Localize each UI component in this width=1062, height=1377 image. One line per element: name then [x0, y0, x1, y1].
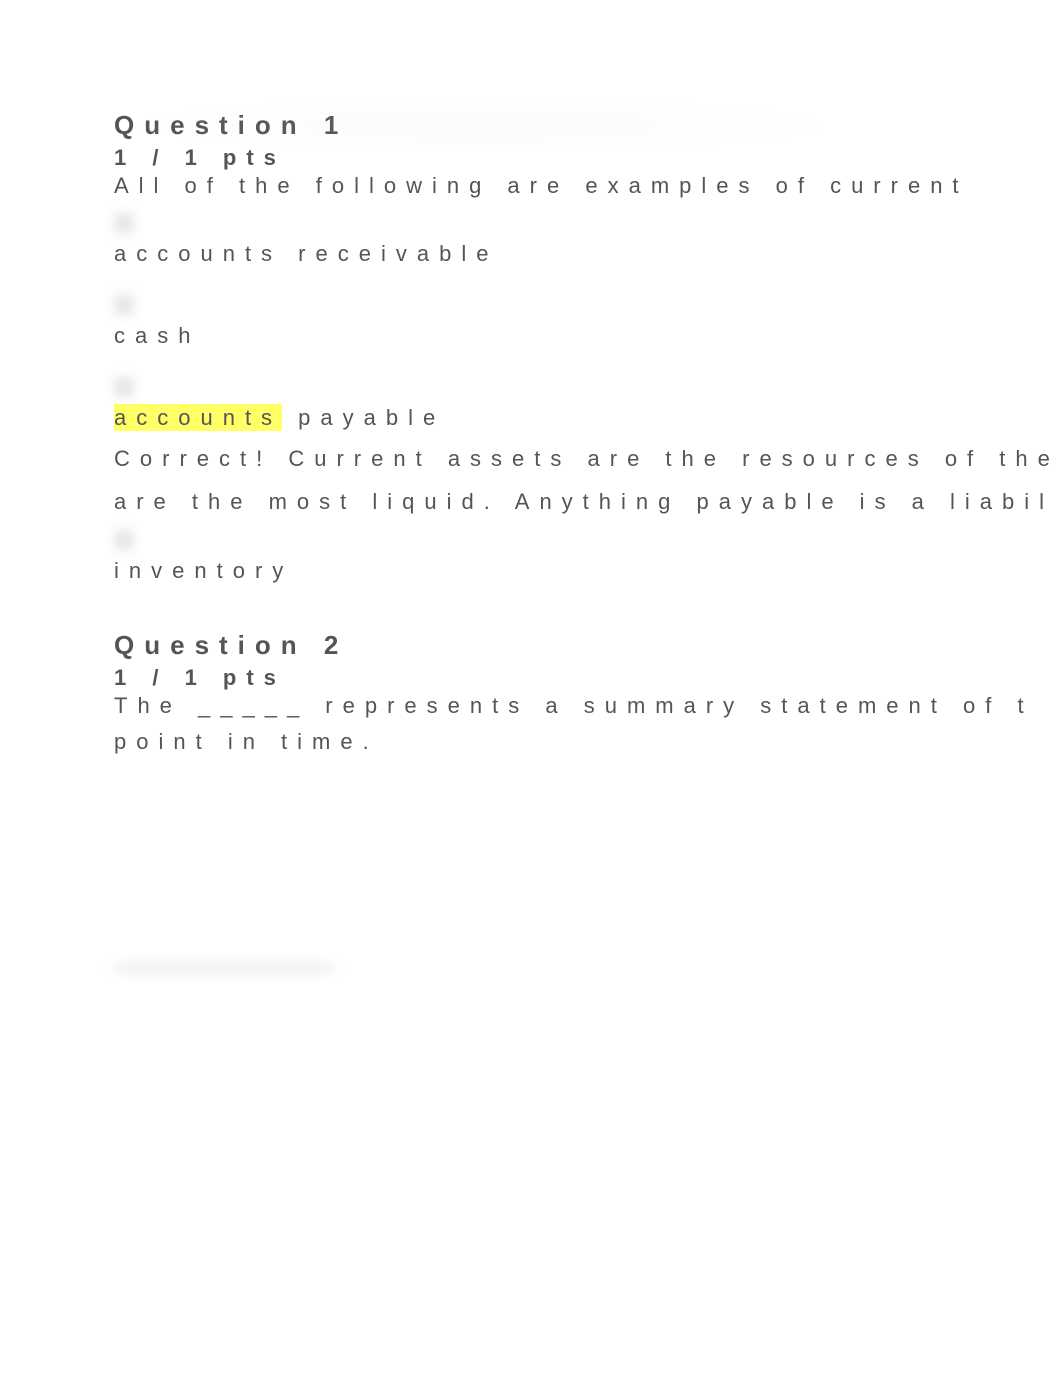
- option-c-text: accounts payable: [114, 405, 1062, 431]
- option-marker-blurred: [114, 377, 134, 397]
- question-2-stem-line-1: The _____ represents a summary statement…: [114, 693, 1062, 719]
- feedback-line-1: Correct! Current assets are the resource…: [114, 445, 1062, 474]
- question-1: Question 1 1 / 1 pts All of the followin…: [114, 110, 1062, 584]
- question-1-title: Question 1: [114, 110, 1062, 141]
- highlighted-word: accounts: [114, 404, 282, 431]
- option-c-rest: payable: [282, 405, 445, 430]
- option-d-text: inventory: [114, 558, 1062, 584]
- blurred-content-line: [114, 965, 334, 971]
- feedback-line-2: are the most liquid. Anything payable is…: [114, 488, 1062, 517]
- option-marker-blurred: [114, 295, 134, 315]
- question-2-points: 1 / 1 pts: [114, 665, 1062, 691]
- question-2-stem-line-2: point in time.: [114, 729, 1062, 755]
- question-1-stem: All of the following are examples of cur…: [114, 173, 1062, 199]
- option-a-text: accounts receivable: [114, 241, 1062, 267]
- question-2-title: Question 2: [114, 630, 1062, 661]
- question-2: Question 2 1 / 1 pts The _____ represent…: [114, 630, 1062, 755]
- option-marker-blurred: [114, 213, 134, 233]
- option-b-text: cash: [114, 323, 1062, 349]
- option-marker-blurred: [114, 530, 134, 550]
- question-1-points: 1 / 1 pts: [114, 145, 1062, 171]
